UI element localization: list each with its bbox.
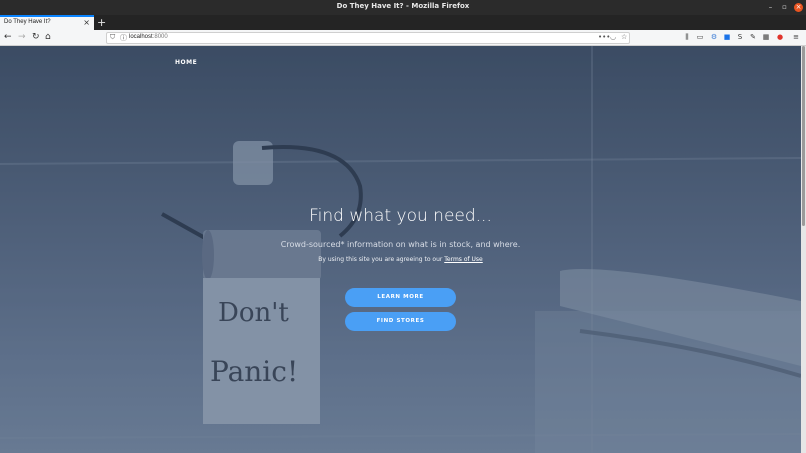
hero-background-image: Don't Panic!: [0, 46, 801, 453]
new-tab-icon[interactable]: +: [97, 16, 106, 29]
arrow-right-icon[interactable]: →: [18, 32, 26, 43]
hamburger-menu-icon[interactable]: ≡: [792, 33, 800, 41]
terms-prefix: By using this site you are agreeing to o…: [318, 256, 445, 263]
hero-subtitle: Crowd-sourced* information on what is in…: [280, 240, 521, 249]
window-title: Do They Have It? - Mozilla Firefox: [336, 2, 470, 10]
extension-icon[interactable]: ⚙: [710, 33, 718, 41]
maximize-icon[interactable]: ▫: [780, 3, 789, 12]
scrollbar-thumb[interactable]: [802, 46, 805, 226]
pocket-icon[interactable]: ◡: [610, 33, 616, 41]
nav-home-link[interactable]: HOME: [175, 59, 197, 66]
extension-grid-icon[interactable]: ▦: [762, 33, 770, 41]
close-window-icon[interactable]: ×: [794, 3, 803, 12]
terms-of-use-link[interactable]: Terms of Use: [444, 256, 482, 263]
learn-more-button[interactable]: LEARN MORE: [345, 288, 456, 307]
arrow-left-icon[interactable]: ←: [4, 32, 12, 43]
page-viewport: Don't Panic! HOME Find what you need... …: [0, 46, 801, 453]
library-icon[interactable]: ⫼: [683, 33, 691, 41]
sidebar-icon[interactable]: ▭: [696, 33, 704, 41]
shield-icon[interactable]: ⛉: [110, 33, 115, 42]
reload-icon[interactable]: ↻: [32, 32, 40, 43]
window-titlebar: Do They Have It? - Mozilla Firefox – ▫ ×: [0, 0, 806, 15]
url-text[interactable]: localhost:8000: [129, 34, 168, 40]
star-icon[interactable]: ☆: [621, 33, 627, 41]
extension-red-icon[interactable]: ●: [776, 33, 784, 41]
minimize-icon[interactable]: –: [766, 3, 775, 12]
tab-label: Do They Have It?: [4, 19, 51, 25]
tab-active[interactable]: Do They Have It? ×: [0, 15, 94, 30]
navigation-toolbar: ← → ↻ ⌂ ⛉ ⓘ localhost:8000 ••• ◡ ☆ ⫼ ▭ ⚙…: [0, 30, 806, 46]
extension-square-icon[interactable]: ■: [723, 33, 731, 41]
hero-title: Find what you need...: [309, 206, 492, 226]
tab-bar: Do They Have It? × +: [0, 15, 806, 30]
info-icon[interactable]: ⓘ: [120, 33, 127, 43]
extension-s-icon[interactable]: S: [736, 33, 744, 41]
home-icon[interactable]: ⌂: [45, 32, 51, 43]
terms-notice: By using this site you are agreeing to o…: [0, 256, 801, 263]
close-tab-icon[interactable]: ×: [83, 18, 90, 27]
more-icon[interactable]: •••: [598, 33, 610, 41]
find-stores-button[interactable]: FIND STORES: [345, 312, 456, 331]
url-bar[interactable]: ⛉ ⓘ localhost:8000 ••• ◡ ☆: [106, 32, 630, 44]
extension-tool-icon[interactable]: ✎: [749, 33, 757, 41]
page-scrollbar[interactable]: [801, 46, 806, 453]
